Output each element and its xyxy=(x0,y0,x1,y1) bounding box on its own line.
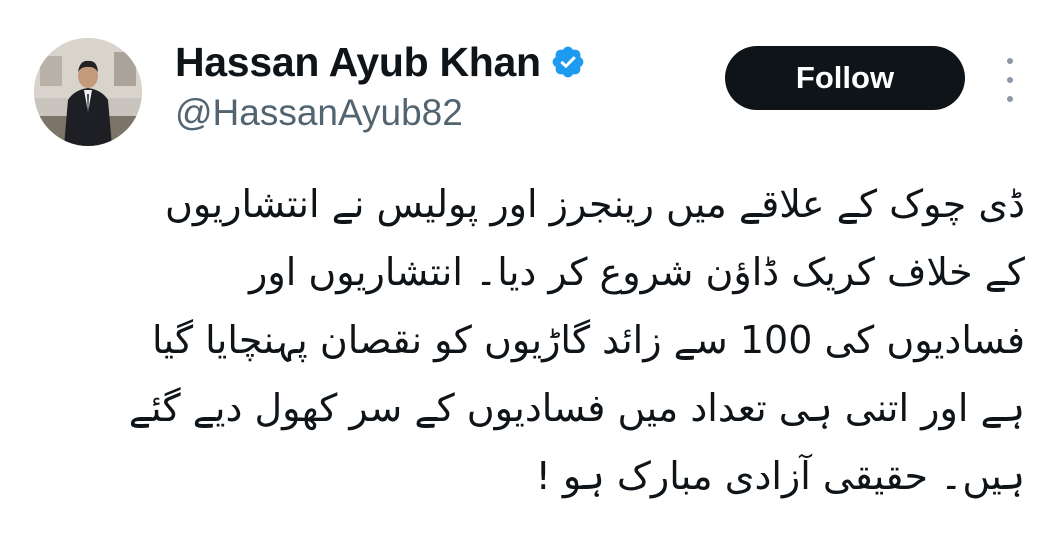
author-name-row: Hassan Ayub Khan xyxy=(175,38,586,86)
avatar[interactable] xyxy=(34,38,142,146)
avatar-photo xyxy=(34,38,142,146)
author-display-name[interactable]: Hassan Ayub Khan xyxy=(175,39,541,86)
tweet-text-line: ڈی چوک کے علاقے میں رینجرز اور پولیس نے … xyxy=(165,182,1025,226)
tweet-text-line: ہیں۔ حقیقی آزادی مبارک ہو ! xyxy=(535,454,1025,498)
tweet-text: ڈی چوک کے علاقے میں رینجرز اور پولیس نے … xyxy=(40,170,1025,510)
tweet-card: Hassan Ayub Khan @HassanAyub82 Follow ڈی… xyxy=(0,0,1061,550)
more-options-icon[interactable] xyxy=(1000,58,1020,102)
tweet-text-line: ہے اور اتنی ہی تعداد میں فسادیوں کے سر ک… xyxy=(128,386,1025,430)
tweet-text-line: فسادیوں کی 100 سے زائد گاڑیوں کو نقصان پ… xyxy=(151,318,1025,362)
tweet-text-line: کے خلاف کریک ڈاؤن شروع کر دیا۔ انتشاریوں… xyxy=(249,250,1025,294)
follow-button[interactable]: Follow xyxy=(725,46,965,110)
author-handle[interactable]: @HassanAyub82 xyxy=(175,92,463,134)
verified-badge-icon xyxy=(550,44,586,80)
